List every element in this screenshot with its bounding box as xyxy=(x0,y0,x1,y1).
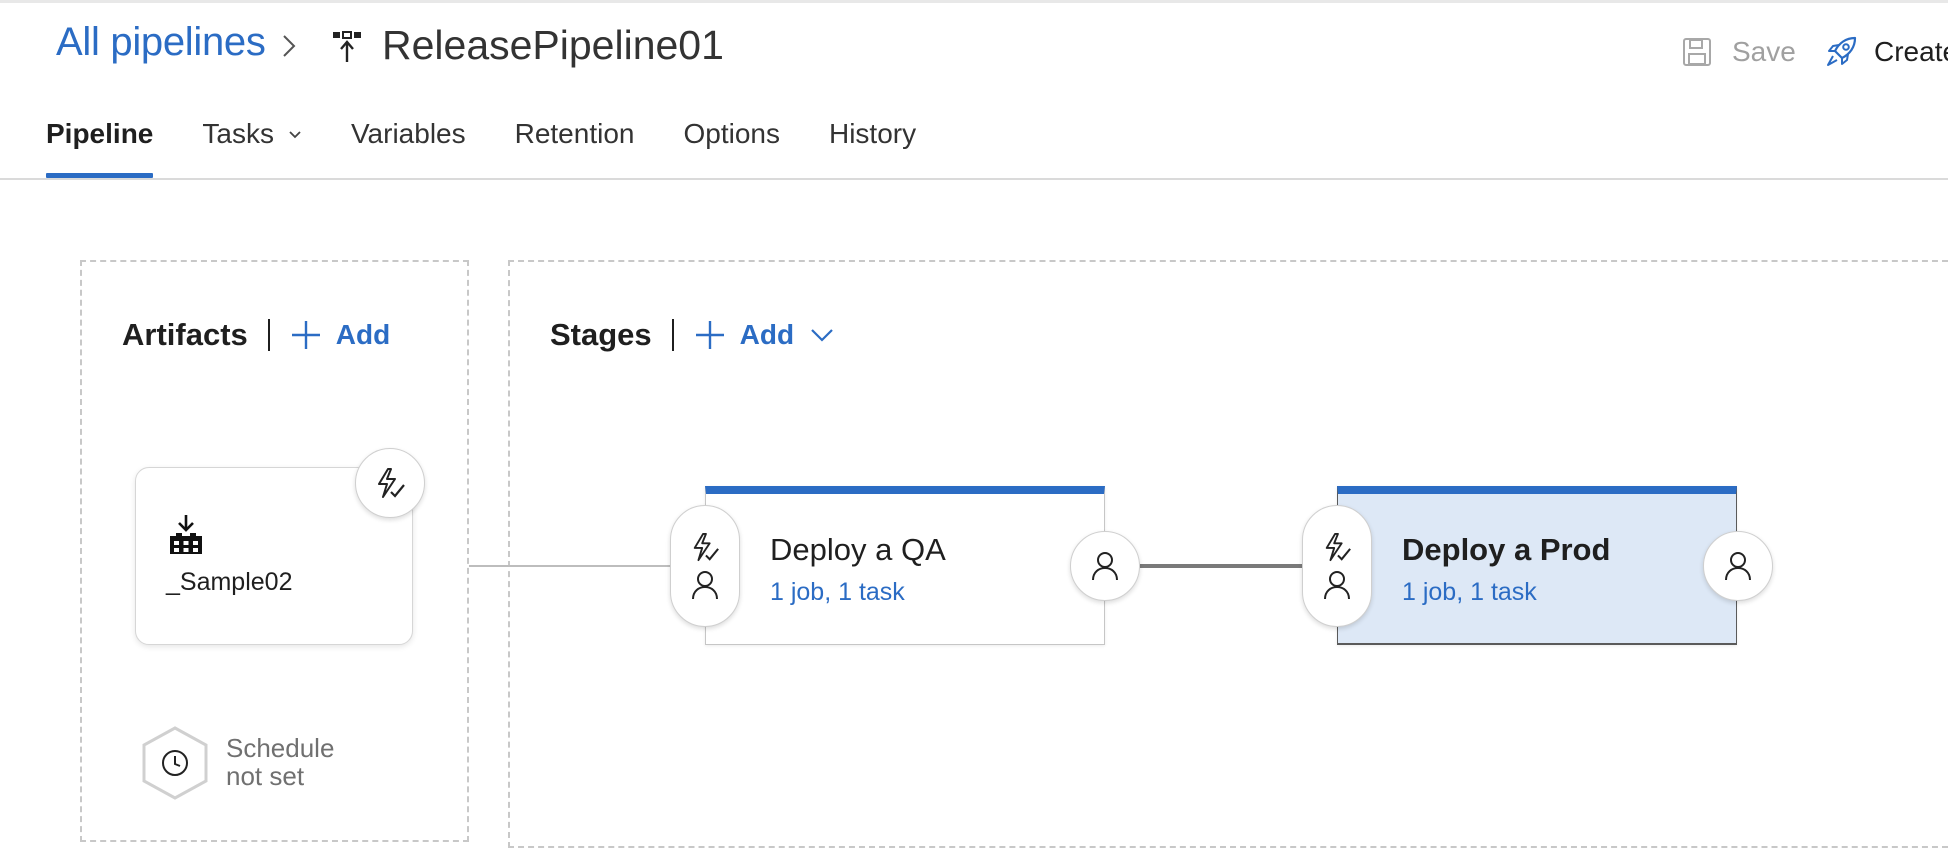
tab-bar: Pipeline Tasks Variables Retention Optio… xyxy=(46,118,965,178)
stage-tasks-link[interactable]: 1 job, 1 task xyxy=(1402,578,1537,607)
artifacts-header: Artifacts Add xyxy=(122,315,390,355)
pre-deployment-conditions-prod[interactable] xyxy=(1302,505,1372,627)
tabs-divider xyxy=(0,178,1948,180)
add-stage-button[interactable]: Add xyxy=(740,319,794,351)
tab-pipeline[interactable]: Pipeline xyxy=(46,118,154,178)
schedule-trigger[interactable] xyxy=(140,726,210,800)
artifact-name: _Sample02 xyxy=(166,568,293,596)
tab-label: History xyxy=(828,118,917,149)
release-pipeline-icon xyxy=(333,31,361,62)
continuous-deployment-trigger[interactable] xyxy=(355,448,425,518)
lightning-check-icon xyxy=(693,532,719,562)
add-artifact-button[interactable]: Add xyxy=(336,319,390,351)
artifacts-title: Artifacts xyxy=(122,317,248,352)
person-icon xyxy=(1324,571,1350,600)
create-release-button[interactable]: Create xyxy=(1824,30,1948,74)
post-deployment-conditions-prod[interactable] xyxy=(1703,531,1773,601)
schedule-line-2: not set xyxy=(226,761,305,791)
lightning-check-icon xyxy=(378,468,405,498)
tab-variables[interactable]: Variables xyxy=(351,118,466,178)
breadcrumb-all-pipelines[interactable]: All pipelines xyxy=(56,20,266,65)
build-artifact-icon xyxy=(170,515,202,554)
tab-label: Tasks xyxy=(202,118,274,149)
tab-tasks[interactable]: Tasks xyxy=(202,118,302,178)
tab-label: Variables xyxy=(350,118,466,149)
tab-label: Pipeline xyxy=(46,118,154,149)
plus-icon[interactable] xyxy=(290,319,322,351)
breadcrumb-chevron-icon xyxy=(283,35,296,57)
pre-deployment-conditions-qa[interactable] xyxy=(670,505,740,627)
page-title: ReleasePipeline01 xyxy=(382,22,724,68)
lightning-check-icon xyxy=(1325,532,1351,562)
tab-history[interactable]: History xyxy=(829,118,916,178)
post-deployment-conditions-qa[interactable] xyxy=(1070,531,1140,601)
artifact-to-stage-connector xyxy=(469,565,673,567)
divider xyxy=(671,319,674,351)
tab-options[interactable]: Options xyxy=(683,118,780,178)
stage-name: Deploy a Prod xyxy=(1402,532,1611,567)
tab-retention[interactable]: Retention xyxy=(515,118,635,178)
save-label: Save xyxy=(1732,36,1796,67)
chevron-down-icon[interactable] xyxy=(810,328,834,342)
stage-name: Deploy a QA xyxy=(770,532,946,567)
stage-tasks-link[interactable]: 1 job, 1 task xyxy=(770,578,905,607)
tab-label: Retention xyxy=(514,118,635,149)
schedule-line-1: Schedule xyxy=(226,733,335,763)
schedule-status[interactable]: Schedule not set xyxy=(226,734,334,790)
save-button[interactable]: Save xyxy=(1682,30,1796,74)
chevron-down-icon xyxy=(289,131,301,139)
person-icon xyxy=(1092,552,1118,581)
create-label: Create xyxy=(1874,36,1948,67)
plus-icon[interactable] xyxy=(694,319,726,351)
stages-title: Stages xyxy=(550,317,652,352)
save-icon xyxy=(1683,38,1711,66)
person-icon xyxy=(692,571,718,600)
stages-header: Stages Add xyxy=(550,315,834,355)
divider xyxy=(267,319,270,351)
stage-to-stage-connector xyxy=(1140,564,1302,568)
person-icon xyxy=(1725,552,1751,581)
tab-label: Options xyxy=(683,118,780,149)
stage-card-deploy-qa[interactable]: Deploy a QA 1 job, 1 task xyxy=(705,486,1105,645)
stage-card-deploy-prod[interactable]: Deploy a Prod 1 job, 1 task xyxy=(1337,486,1737,645)
top-border xyxy=(0,0,1948,3)
rocket-icon xyxy=(1827,36,1857,66)
